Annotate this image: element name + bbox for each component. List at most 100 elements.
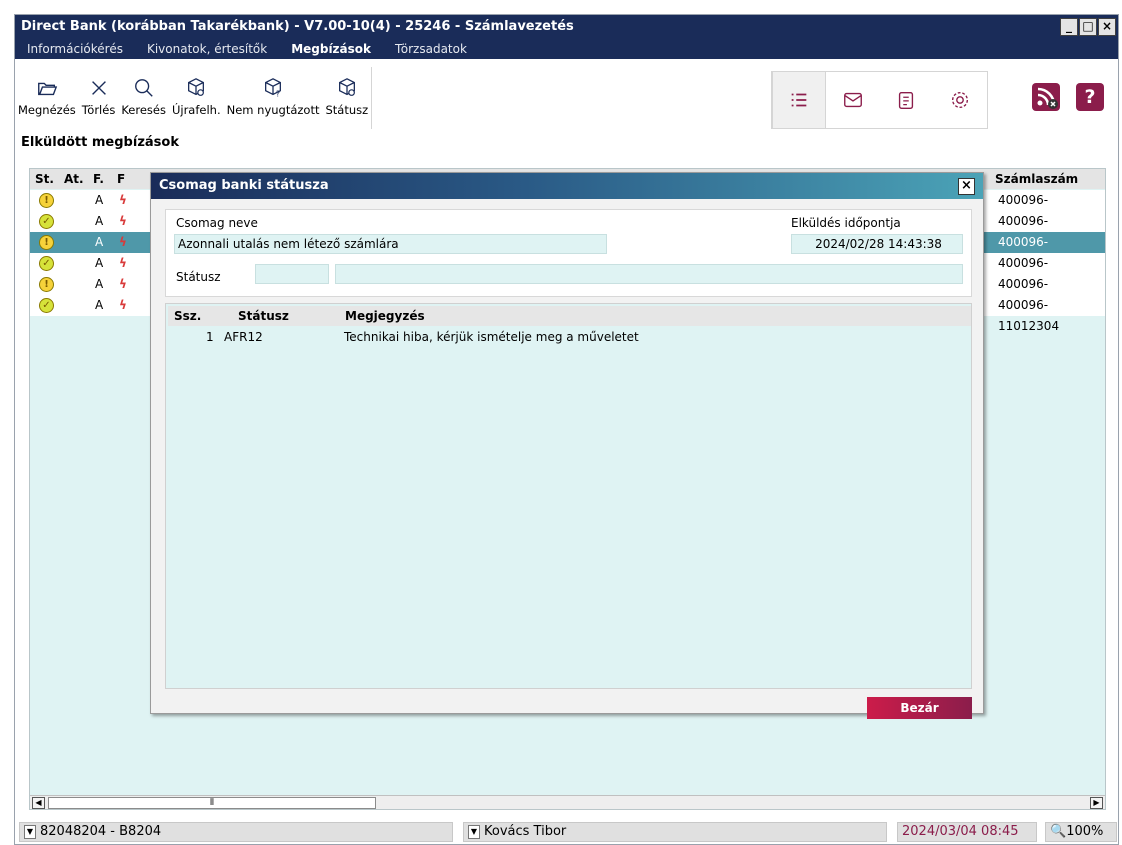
status-label: Státusz: [176, 270, 221, 284]
warning-icon: !: [39, 235, 54, 250]
menu-informaciokeres[interactable]: Információkérés: [15, 39, 135, 59]
close-button[interactable]: Bezár: [867, 697, 972, 719]
check-icon: ✓: [39, 298, 54, 313]
package-reuse-icon: [188, 78, 205, 96]
check-icon: ✓: [39, 214, 54, 229]
chevron-down-icon: ▼: [468, 824, 480, 839]
dialog-close-button[interactable]: ×: [958, 178, 975, 195]
zoom-icon: 🔍: [1050, 824, 1067, 839]
package-info-panel: Csomag neve Azonnali utalás nem létező s…: [165, 209, 972, 297]
col-f2[interactable]: F: [117, 169, 125, 189]
lightning-icon: ϟ: [119, 235, 127, 249]
help-button[interactable]: ?: [1076, 83, 1104, 111]
row-f: A: [95, 277, 104, 291]
scroll-right-icon[interactable]: ▶: [1090, 797, 1103, 809]
row-f: A: [95, 298, 104, 312]
svg-text:?: ?: [276, 88, 280, 98]
col-ssz[interactable]: Ssz.: [174, 306, 201, 326]
search-label: Keresés: [121, 103, 166, 117]
title-bar: Direct Bank (korábban Takarékbank) - V7.…: [15, 15, 1118, 39]
check-icon: ✓: [39, 256, 54, 271]
search-button[interactable]: Keresés: [118, 67, 169, 129]
table-header: Ssz. Státusz Megjegyzés: [168, 306, 971, 326]
scroll-thumb[interactable]: ⦀: [48, 797, 376, 809]
user-selector[interactable]: ▼ Kovács Tibor: [463, 822, 887, 842]
menu-kivonatok[interactable]: Kivonatok, értesítők: [135, 39, 279, 59]
warning-icon: !: [39, 277, 54, 292]
row-f: A: [95, 256, 104, 270]
window-controls: _ □ ×: [1060, 18, 1116, 36]
row-f: A: [95, 193, 104, 207]
sent-time-label: Elküldés időpontja: [791, 216, 901, 230]
col-account[interactable]: Számlaszám: [995, 169, 1105, 189]
horizontal-scrollbar[interactable]: ◀ ⦀ ▶: [30, 795, 1105, 809]
row-f: A: [95, 214, 104, 228]
view-label: Megnézés: [18, 103, 76, 117]
col-megjegyzes[interactable]: Megjegyzés: [345, 306, 425, 326]
package-name-label: Csomag neve: [176, 216, 258, 230]
row-note: Technikai hiba, kérjük ismételje meg a m…: [344, 330, 639, 344]
menu-megbizasok[interactable]: Megbízások: [279, 39, 383, 59]
col-statusz[interactable]: Státusz: [238, 306, 289, 326]
status-dialog: Csomag banki státusza × Csomag neve Azon…: [150, 172, 984, 719]
status-text-field: [335, 264, 963, 284]
status-code-field: [255, 264, 329, 284]
col-st[interactable]: St.: [35, 169, 54, 189]
view-switcher: [771, 71, 988, 129]
account-selector[interactable]: ▼ 82048204 - B8204: [19, 822, 453, 842]
close-icon: [91, 81, 106, 95]
list-icon: [791, 93, 807, 107]
status-button[interactable]: Státusz: [323, 67, 372, 129]
delete-button[interactable]: Törlés: [79, 67, 119, 129]
user-value: Kovács Tibor: [484, 824, 567, 839]
lightning-icon: ϟ: [119, 256, 127, 270]
col-f1[interactable]: F.: [93, 169, 104, 189]
unack-label: Nem nyugtázott: [226, 103, 320, 117]
section-title: Elküldött megbízások: [21, 135, 179, 150]
window-title: Direct Bank (korábban Takarékbank) - V7.…: [21, 19, 574, 34]
mail-button[interactable]: [826, 72, 880, 128]
toolbar: Megnézés Törlés Keresés Újrafelh. ? Nem …: [15, 67, 373, 129]
reuse-button[interactable]: Újrafelh.: [169, 67, 224, 129]
gear-icon: [952, 91, 969, 109]
folder-open-icon: [37, 82, 58, 96]
unack-button[interactable]: ? Nem nyugtázott: [224, 67, 323, 129]
maximize-button[interactable]: □: [1079, 18, 1097, 36]
rss-off-icon: [1037, 87, 1058, 109]
account-value: 82048204 - B8204: [40, 824, 162, 839]
minimize-button[interactable]: _: [1060, 18, 1078, 36]
status-history-table: Ssz. Státusz Megjegyzés 1 AFR12 Technika…: [165, 303, 972, 689]
reuse-label: Újrafelh.: [171, 103, 221, 117]
row-f: A: [95, 235, 104, 249]
zoom-control[interactable]: 🔍100%: [1045, 822, 1117, 842]
datetime-display: 2024/03/04 08:45: [897, 822, 1037, 842]
lightning-icon: ϟ: [119, 277, 127, 291]
close-window-button[interactable]: ×: [1098, 18, 1116, 36]
lightning-icon: ϟ: [119, 214, 127, 228]
lightning-icon: ϟ: [119, 298, 127, 312]
lightning-icon: ϟ: [119, 193, 127, 207]
scroll-left-icon[interactable]: ◀: [32, 797, 45, 809]
col-at[interactable]: At.: [64, 169, 84, 189]
clipboard-icon: [899, 91, 914, 109]
row-account: 400096-11012304: [998, 298, 1060, 333]
delete-label: Törlés: [81, 103, 116, 117]
dialog-title-bar: Csomag banki státusza ×: [151, 173, 983, 199]
menu-torzsadatok[interactable]: Törzsadatok: [383, 39, 479, 59]
dialog-title: Csomag banki státusza: [159, 178, 329, 193]
list-view-button[interactable]: [772, 72, 826, 128]
chevron-down-icon: ▼: [24, 824, 36, 839]
menu-bar: Információkérés Kivonatok, értesítők Meg…: [15, 39, 1118, 59]
status-label: Státusz: [325, 103, 369, 117]
package-question-icon: ?: [265, 78, 282, 98]
view-button[interactable]: Megnézés: [15, 67, 79, 129]
warning-icon: !: [39, 193, 54, 208]
package-name-field: Azonnali utalás nem létező számlára: [174, 234, 607, 254]
package-status-icon: [338, 78, 355, 96]
sent-time-field: 2024/02/28 14:43:38: [791, 234, 963, 254]
clipboard-button[interactable]: [880, 72, 934, 128]
rss-off-button[interactable]: [1032, 83, 1060, 111]
settings-button[interactable]: [933, 72, 987, 128]
zoom-value: 100%: [1066, 824, 1104, 839]
app-window: Direct Bank (korábban Takarékbank) - V7.…: [14, 14, 1119, 845]
